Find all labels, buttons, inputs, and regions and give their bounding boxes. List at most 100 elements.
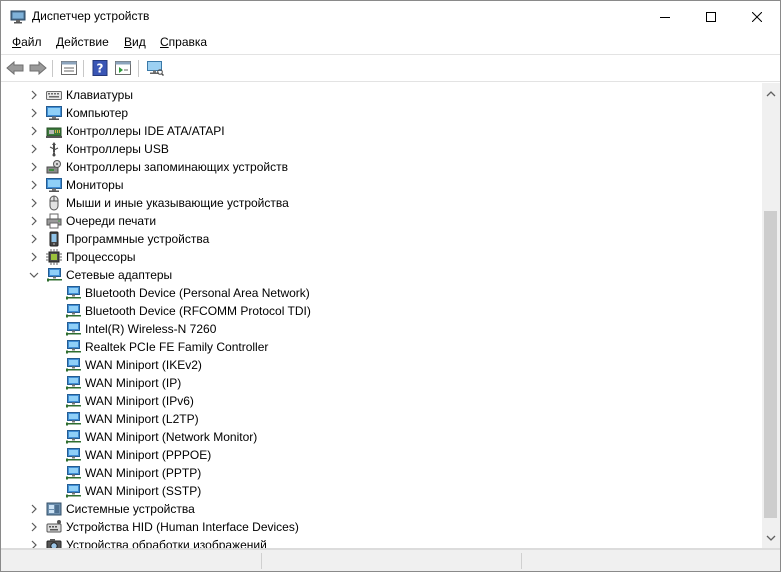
tree-device-label: WAN Miniport (IKEv2): [85, 358, 202, 372]
chevron-right-icon[interactable]: [28, 143, 40, 155]
properties-icon: [61, 61, 77, 75]
imaging-device-icon: [46, 539, 62, 548]
network-adapter-icon: [66, 304, 81, 318]
chevron-down-icon[interactable]: [28, 269, 40, 281]
tree-category-label: Контроллеры USB: [66, 142, 169, 156]
tree-device-label: Realtek PCIe FE Family Controller: [85, 340, 269, 354]
device-tree[interactable]: Клавиатуры Компьютер Контроллеры IDE ATA/A…: [1, 83, 762, 548]
tree-category-label: Процессоры: [66, 250, 136, 264]
back-button[interactable]: [5, 58, 25, 78]
tree-category[interactable]: Мыши и иные указывающие устройства: [1, 194, 762, 212]
chevron-right-icon[interactable]: [28, 521, 40, 533]
hid-device-icon: [46, 520, 62, 533]
network-adapter-icon: [66, 448, 81, 462]
tree-category-label: Мыши и иные указывающие устройства: [66, 196, 289, 210]
help-button[interactable]: ?: [90, 58, 110, 78]
tree-category[interactable]: Очереди печати: [1, 212, 762, 230]
tree-category[interactable]: Контроллеры USB: [1, 140, 762, 158]
tree-category[interactable]: Устройства HID (Human Interface Devices): [1, 518, 762, 536]
status-divider: [521, 553, 522, 569]
view-button[interactable]: [113, 58, 133, 78]
tree-device-label: Bluetooth Device (Personal Area Network): [85, 286, 310, 300]
tree-device-item[interactable]: WAN Miniport (L2TP): [1, 410, 762, 428]
chevron-right-icon[interactable]: [28, 251, 40, 263]
tree-category-label: Контроллеры IDE ATA/ATAPI: [66, 124, 225, 138]
tree-device-item[interactable]: WAN Miniport (PPTP): [1, 464, 762, 482]
menu-file[interactable]: Файл: [12, 35, 42, 49]
tree-device-item[interactable]: Bluetooth Device (RFCOMM Protocol TDI): [1, 302, 762, 320]
tree-category[interactable]: Сетевые адаптеры: [1, 266, 762, 284]
maximize-button[interactable]: [688, 1, 734, 32]
device-manager-window: Диспетчер устройств Файл Действие Вид Сп…: [0, 0, 781, 572]
printer-icon: [46, 213, 62, 229]
tree-device-item[interactable]: WAN Miniport (IKEv2): [1, 356, 762, 374]
ide-controller-icon: [46, 127, 62, 138]
tree-device-label: WAN Miniport (Network Monitor): [85, 430, 258, 444]
properties-button[interactable]: [59, 58, 79, 78]
forward-arrow-icon: [29, 61, 47, 75]
monitor-icon: [46, 178, 62, 192]
computer-icon: [46, 106, 62, 120]
network-adapter-icon: [66, 412, 81, 426]
tree-device-item[interactable]: WAN Miniport (SSTP): [1, 482, 762, 500]
mouse-icon: [49, 195, 59, 211]
software-device-icon: [49, 231, 59, 247]
back-arrow-icon: [6, 61, 24, 75]
tree-category[interactable]: Устройства обработки изображений: [1, 536, 762, 548]
toolbar-separator: [83, 60, 84, 77]
scan-hardware-button[interactable]: [145, 58, 165, 78]
chevron-right-icon[interactable]: [28, 89, 40, 101]
chevron-right-icon[interactable]: [28, 233, 40, 245]
chevron-right-icon[interactable]: [28, 215, 40, 227]
toolbar: ?: [1, 54, 780, 82]
chevron-right-icon[interactable]: [28, 161, 40, 173]
tree-device-label: WAN Miniport (L2TP): [85, 412, 199, 426]
chevron-right-icon[interactable]: [28, 179, 40, 191]
tree-device-item[interactable]: Realtek PCIe FE Family Controller: [1, 338, 762, 356]
device-manager-app-icon: [10, 10, 26, 24]
scrollbar-thumb[interactable]: [764, 211, 777, 518]
chevron-right-icon[interactable]: [28, 107, 40, 119]
close-button[interactable]: [734, 1, 780, 32]
minimize-button[interactable]: [642, 1, 688, 32]
tree-category[interactable]: Процессоры: [1, 248, 762, 266]
tree-category-label: Сетевые адаптеры: [66, 268, 173, 282]
tree-device-item[interactable]: WAN Miniport (IPv6): [1, 392, 762, 410]
title-bar: Диспетчер устройств: [1, 1, 780, 32]
tree-device-label: WAN Miniport (SSTP): [85, 484, 202, 498]
chevron-right-icon[interactable]: [28, 197, 40, 209]
tree-device-item[interactable]: Intel(R) Wireless-N 7260: [1, 320, 762, 338]
tree-device-item[interactable]: WAN Miniport (IP): [1, 374, 762, 392]
tree-category[interactable]: Мониторы: [1, 176, 762, 194]
help-icon: ?: [92, 60, 108, 76]
menu-help[interactable]: Справка: [160, 35, 207, 49]
tree-device-label: WAN Miniport (PPTP): [85, 466, 202, 480]
tree-device-item[interactable]: Bluetooth Device (Personal Area Network): [1, 284, 762, 302]
tree-category[interactable]: Контроллеры запоминающих устройств: [1, 158, 762, 176]
vertical-scrollbar[interactable]: [762, 83, 780, 548]
scroll-up-icon[interactable]: [766, 89, 776, 99]
tree-category[interactable]: Системные устройства: [1, 500, 762, 518]
tree-category-label: Программные устройства: [66, 232, 210, 246]
view-icon: [115, 61, 131, 75]
tree-device-item[interactable]: WAN Miniport (PPPOE): [1, 446, 762, 464]
tree-category[interactable]: Клавиатуры: [1, 86, 762, 104]
chevron-right-icon[interactable]: [28, 539, 40, 548]
menu-action[interactable]: Действие: [56, 35, 109, 49]
menu-view[interactable]: Вид: [124, 35, 146, 49]
tree-category[interactable]: Контроллеры IDE ATA/ATAPI: [1, 122, 762, 140]
status-divider: [261, 553, 262, 569]
scroll-down-icon[interactable]: [766, 533, 776, 543]
tree-category-label: Очереди печати: [66, 214, 157, 228]
system-device-icon: [46, 502, 62, 516]
tree-category[interactable]: Программные устройства: [1, 230, 762, 248]
tree-device-item[interactable]: WAN Miniport (Network Monitor): [1, 428, 762, 446]
network-adapter-icon: [66, 358, 81, 372]
window-title: Диспетчер устройств: [32, 9, 150, 23]
tree-category[interactable]: Компьютер: [1, 104, 762, 122]
chevron-right-icon[interactable]: [28, 125, 40, 137]
chevron-right-icon[interactable]: [28, 503, 40, 515]
tree-category-label: Мониторы: [66, 178, 124, 192]
forward-button[interactable]: [28, 58, 48, 78]
network-adapter-icon: [66, 322, 81, 336]
